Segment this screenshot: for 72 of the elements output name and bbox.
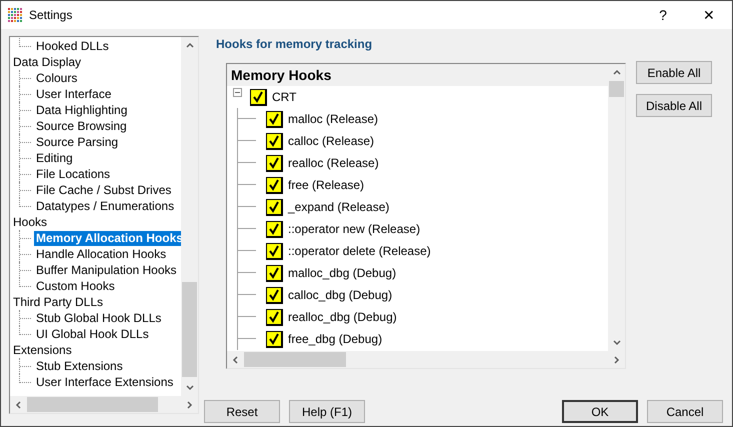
tree-item[interactable]: Source Browsing — [34, 118, 129, 134]
checkbox[interactable] — [266, 220, 283, 238]
hook-label: realloc (Release) — [288, 156, 379, 170]
tree-item[interactable]: Stub Global Hook DLLs — [34, 310, 164, 326]
hook-label: _expand (Release) — [288, 200, 390, 214]
tree-item[interactable]: Buffer Manipulation Hooks — [34, 262, 179, 278]
chevron-down-icon[interactable] — [186, 384, 194, 392]
dialog-button[interactable]: Cancel — [647, 400, 723, 423]
checkbox[interactable] — [266, 154, 283, 172]
tree-item[interactable]: Data Highlighting — [34, 102, 130, 118]
tree-item[interactable]: Source Parsing — [34, 134, 120, 150]
dialog-button[interactable]: OK — [562, 400, 638, 423]
chevron-right-icon[interactable] — [612, 356, 620, 364]
chevron-up-icon[interactable] — [612, 68, 620, 76]
checkbox[interactable] — [266, 198, 283, 216]
hook-label: ::operator new (Release) — [288, 222, 420, 236]
tree-item[interactable]: File Locations — [34, 166, 112, 182]
horizontal-scrollbar[interactable] — [227, 351, 625, 368]
scroll-thumb[interactable] — [609, 81, 624, 97]
checkbox[interactable] — [250, 88, 267, 106]
checkbox[interactable] — [266, 308, 283, 326]
window-title: Settings — [29, 8, 72, 22]
tree-group[interactable]: Third Party DLLs — [13, 294, 104, 310]
collapse-icon[interactable] — [233, 88, 242, 97]
checkbox[interactable] — [266, 286, 283, 304]
checkbox[interactable] — [266, 242, 283, 260]
hook-label: free (Release) — [288, 178, 364, 192]
dialog-button[interactable]: Help (F1) — [289, 400, 365, 423]
tree-group[interactable]: Hooks — [13, 214, 48, 230]
hook-label: calloc (Release) — [288, 134, 374, 148]
scroll-thumb[interactable] — [182, 282, 197, 377]
scroll-thumb[interactable] — [27, 397, 158, 412]
tree-item[interactable]: Stub Extensions — [34, 358, 125, 374]
chevron-right-icon[interactable] — [186, 400, 194, 408]
scroll-thumb[interactable] — [244, 352, 346, 367]
tree-item[interactable]: Editing — [34, 150, 75, 166]
section-title: Hooks for memory tracking — [216, 36, 374, 52]
chevron-left-icon[interactable] — [14, 400, 22, 408]
checkbox[interactable] — [266, 110, 283, 128]
hook-label: CRT — [272, 90, 296, 104]
checkbox[interactable] — [266, 132, 283, 150]
app-icon — [7, 7, 23, 23]
tree-item[interactable]: UI Global Hook DLLs — [34, 326, 151, 342]
vertical-scrollbar[interactable] — [608, 64, 625, 351]
tree-item[interactable]: File Cache / Subst Drives — [34, 182, 174, 198]
hook-label: free_dbg (Debug) — [288, 332, 382, 346]
vertical-scrollbar[interactable] — [181, 37, 198, 396]
checkbox[interactable] — [266, 330, 283, 348]
hook-label: calloc_dbg (Debug) — [288, 288, 392, 302]
chevron-down-icon[interactable] — [612, 338, 620, 346]
tree-item[interactable]: Custom Hooks — [34, 278, 117, 294]
tree-group[interactable]: Data Display — [13, 54, 82, 70]
horizontal-scrollbar[interactable] — [10, 396, 198, 413]
tree-item[interactable]: Colours — [34, 70, 80, 86]
chevron-left-icon[interactable] — [232, 356, 240, 364]
tree-item[interactable]: Hooked DLLs — [34, 38, 111, 54]
list-header: Memory Hooks — [227, 64, 608, 86]
action-button[interactable]: Disable All — [636, 94, 712, 117]
checkbox[interactable] — [266, 264, 283, 282]
checkbox[interactable] — [266, 176, 283, 194]
tree-item[interactable]: Datatypes / Enumerations — [34, 198, 176, 214]
tree-group[interactable]: Extensions — [13, 342, 72, 358]
hook-label: realloc_dbg (Debug) — [288, 310, 397, 324]
tree-item[interactable]: User Interface — [34, 86, 114, 102]
hook-label: ::operator delete (Release) — [288, 244, 431, 258]
tree-item[interactable]: User Interface Extensions — [34, 374, 176, 390]
tree-item[interactable]: Handle Allocation Hooks — [34, 246, 168, 262]
chevron-up-icon[interactable] — [186, 42, 194, 50]
dialog-button[interactable]: Reset — [204, 400, 280, 423]
hook-label: malloc_dbg (Debug) — [288, 266, 396, 280]
action-button[interactable]: Enable All — [636, 61, 712, 84]
hook-label: malloc (Release) — [288, 112, 378, 126]
